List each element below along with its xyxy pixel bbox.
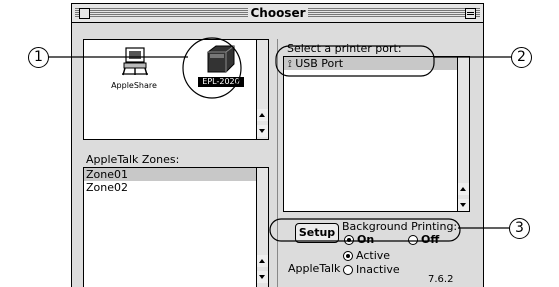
callout-2-highlight: [275, 45, 435, 77]
callout-3-highlight: [269, 218, 461, 242]
callout-1-highlight: [182, 37, 242, 99]
callout-3: 3: [509, 218, 530, 239]
callout-overlay: [48, 37, 511, 242]
callout-2: 2: [511, 47, 532, 68]
callout-1: 1: [28, 47, 49, 68]
